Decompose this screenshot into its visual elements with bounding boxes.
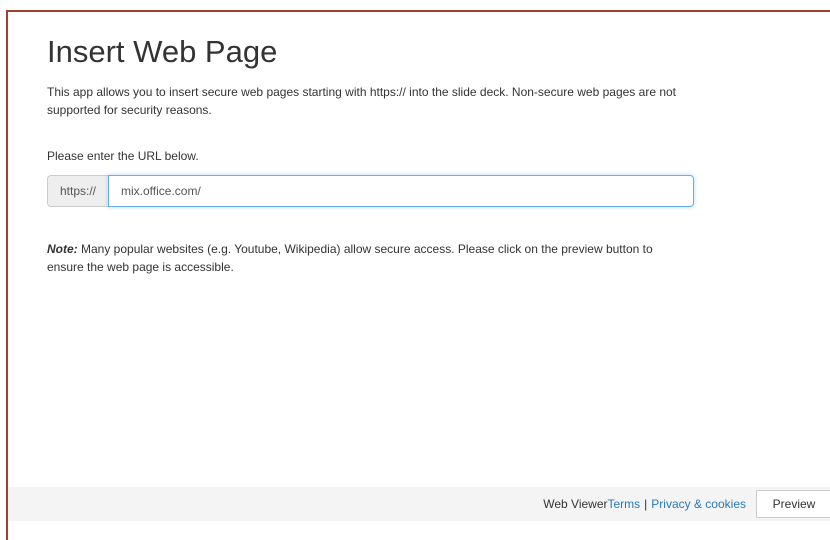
footer-bar: Web Viewer Terms | Privacy & cookies Previ…	[8, 487, 830, 521]
terms-link[interactable]: Terms	[608, 497, 641, 511]
page-description: This app allows you to insert secure web…	[47, 85, 677, 117]
url-input[interactable]	[108, 175, 694, 207]
page-title: Insert Web Page	[47, 34, 278, 69]
footer-app-name: Web Viewer	[543, 497, 608, 511]
preview-button[interactable]: Preview	[756, 490, 830, 518]
footer-separator: |	[644, 497, 648, 511]
url-prefix-addon: https://	[47, 175, 108, 207]
footer-links: Web Viewer Terms | Privacy & cookies Previ…	[543, 487, 830, 521]
privacy-cookies-link[interactable]: Privacy & cookies	[651, 497, 746, 511]
url-prompt: Please enter the URL below.	[47, 149, 199, 163]
note-body: Many popular websites (e.g. Youtube, Wik…	[47, 242, 653, 274]
note-text: Note: Many popular websites (e.g. Youtub…	[47, 240, 687, 276]
add-in-frame: Insert Web Page This app allows you to i…	[6, 10, 830, 540]
url-input-group: https://	[47, 175, 694, 207]
note-label: Note:	[47, 242, 78, 256]
